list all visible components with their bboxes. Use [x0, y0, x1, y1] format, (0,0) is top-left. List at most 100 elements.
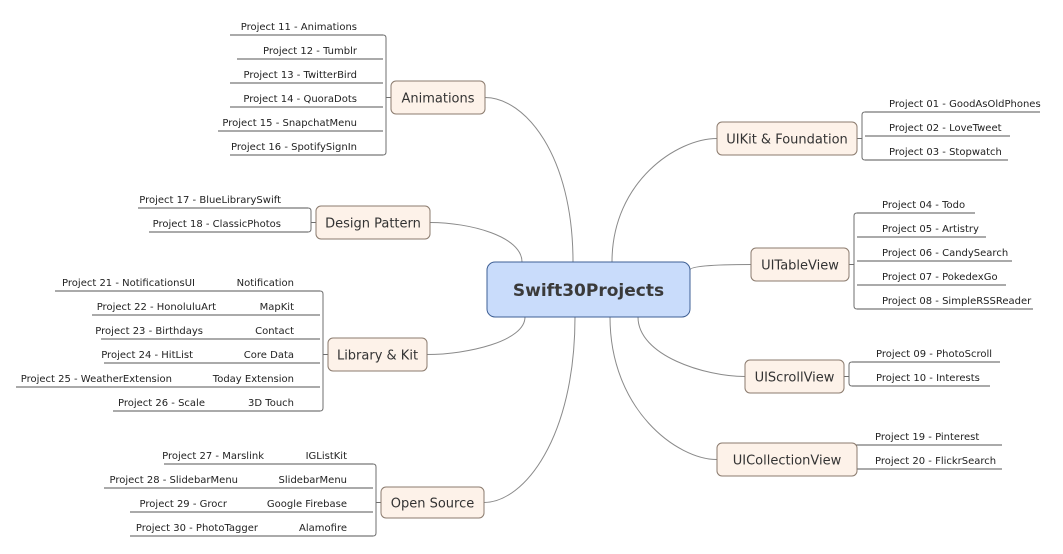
framework-tag-label[interactable]: Google Firebase: [267, 499, 347, 510]
project-item[interactable]: Project 12 - Tumblr: [237, 46, 383, 60]
project-item[interactable]: Project 05 - Artistry: [857, 224, 986, 238]
connector-line: [689, 264, 752, 271]
project-label[interactable]: Project 27 - Marslink: [162, 451, 264, 462]
connector-line: [609, 316, 718, 460]
mind-map-canvas: Project 11 - Animations Project 12 - Tumb…: [16, 22, 1041, 537]
branch-bracket: [319, 290, 324, 412]
project-item[interactable]: Project 17 - BlueLibrarySwift: [138, 195, 308, 209]
project-item[interactable]: Project 23 - Birthdays Contact: [95, 326, 320, 340]
branch-bracket: [861, 111, 866, 161]
project-item[interactable]: Project 24 - HitList Core Data: [101, 350, 320, 364]
project-item[interactable]: Project 06 - CandySearch: [857, 248, 1012, 262]
topic-label: Open Source: [391, 497, 475, 512]
topic-label: UIKit & Foundation: [726, 133, 848, 148]
topic-label: UITableView: [761, 259, 839, 274]
topic-node[interactable]: Animations: [390, 80, 486, 115]
project-item[interactable]: Project 16 - SpotifySignIn: [230, 142, 383, 156]
topic-label: UIScrollView: [755, 371, 835, 386]
framework-tag-label[interactable]: Contact: [255, 326, 294, 337]
project-label[interactable]: Project 18 - ClassicPhotos: [153, 219, 281, 230]
project-label[interactable]: Project 20 - FlickrSearch: [875, 456, 996, 467]
project-item[interactable]: Project 29 - Grocr Google Firebase: [130, 499, 373, 513]
project-item[interactable]: Project 13 - TwitterBird: [230, 70, 383, 84]
topic-node[interactable]: UITableView: [750, 247, 850, 282]
project-label[interactable]: Project 19 - Pinterest: [875, 432, 979, 443]
project-label[interactable]: Project 11 - Animations: [241, 22, 357, 33]
project-item[interactable]: Project 07 - PokedexGo: [857, 272, 1006, 286]
project-item[interactable]: Project 08 - SimpleRSSReader: [857, 296, 1033, 310]
branch-bracket: [307, 207, 312, 233]
connector-line: [637, 316, 746, 377]
topic-node[interactable]: UIScrollView: [744, 359, 845, 394]
project-item[interactable]: Project 03 - Stopwatch: [865, 147, 1008, 161]
project-item[interactable]: Project 30 - PhotoTagger Alamofire: [130, 523, 373, 537]
root-node[interactable]: Swift30Projects: [486, 261, 691, 318]
project-item[interactable]: Project 20 - FlickrSearch: [852, 456, 1002, 470]
project-label[interactable]: Project 16 - SpotifySignIn: [231, 142, 357, 153]
project-label[interactable]: Project 24 - HitList: [101, 350, 193, 361]
project-label[interactable]: Project 02 - LoveTweet: [889, 123, 1002, 134]
project-label[interactable]: Project 10 - Interests: [876, 373, 980, 384]
project-label[interactable]: Project 15 - SnapchatMenu: [222, 118, 357, 129]
project-item[interactable]: Project 01 - GoodAsOldPhones: [865, 99, 1041, 113]
connector-line: [426, 316, 526, 355]
project-label[interactable]: Project 26 - Scale: [118, 398, 205, 409]
topic-label: Animations: [401, 92, 474, 107]
project-label[interactable]: Project 07 - PokedexGo: [882, 272, 998, 283]
project-item[interactable]: Project 19 - Pinterest: [852, 432, 1002, 446]
project-label[interactable]: Project 17 - BlueLibrarySwift: [139, 195, 281, 206]
topic-node[interactable]: Open Source: [380, 486, 485, 519]
connector-line: [484, 97, 574, 263]
framework-tag-label[interactable]: Notification: [237, 278, 294, 289]
project-item[interactable]: Project 15 - SnapchatMenu: [218, 118, 383, 132]
project-label[interactable]: Project 06 - CandySearch: [882, 248, 1008, 259]
connector-line: [611, 138, 718, 263]
project-item[interactable]: Project 26 - Scale 3D Touch: [113, 398, 320, 412]
project-label[interactable]: Project 09 - PhotoScroll: [876, 349, 992, 360]
project-label[interactable]: Project 30 - PhotoTagger: [136, 523, 259, 534]
project-label[interactable]: Project 21 - NotificationsUI: [62, 278, 195, 289]
framework-tag-label[interactable]: Alamofire: [299, 523, 347, 534]
framework-tag-label[interactable]: 3D Touch: [248, 398, 294, 409]
project-item[interactable]: Project 10 - Interests: [852, 373, 990, 387]
framework-tag-label[interactable]: Core Data: [244, 350, 294, 361]
project-item[interactable]: Project 22 - HonoluluArt MapKit: [92, 302, 320, 316]
project-item[interactable]: Project 14 - QuoraDots: [230, 94, 383, 108]
topic-node[interactable]: Design Pattern: [315, 205, 431, 240]
topic-label: UICollectionView: [733, 454, 842, 469]
project-label[interactable]: Project 03 - Stopwatch: [889, 147, 1002, 158]
project-item[interactable]: Project 11 - Animations: [230, 22, 383, 36]
project-item[interactable]: Project 25 - WeatherExtension Today Exten…: [16, 374, 320, 388]
framework-tag-label[interactable]: Today Extension: [212, 374, 294, 385]
project-label[interactable]: Project 05 - Artistry: [882, 224, 979, 235]
topic-node[interactable]: UIKit & Foundation: [716, 121, 858, 156]
project-label[interactable]: Project 01 - GoodAsOldPhones: [889, 99, 1041, 110]
connector-line: [483, 316, 576, 503]
project-item[interactable]: Project 09 - PhotoScroll: [852, 349, 1000, 363]
project-label[interactable]: Project 14 - QuoraDots: [243, 94, 357, 105]
project-label[interactable]: Project 23 - Birthdays: [95, 326, 203, 337]
project-label[interactable]: Project 28 - SlidebarMenu: [109, 475, 238, 486]
project-label[interactable]: Project 08 - SimpleRSSReader: [882, 296, 1032, 307]
framework-tag-label[interactable]: MapKit: [260, 302, 294, 313]
project-label[interactable]: Project 04 - Todo: [882, 200, 965, 211]
connector-line: [429, 222, 523, 263]
branch-bracket: [848, 361, 853, 387]
framework-tag-label[interactable]: IGListKit: [306, 451, 348, 462]
project-label[interactable]: Project 13 - TwitterBird: [243, 70, 357, 81]
project-item[interactable]: Project 04 - Todo: [857, 200, 975, 214]
project-item[interactable]: Project 02 - LoveTweet: [865, 123, 1010, 137]
project-label[interactable]: Project 29 - Grocr: [140, 499, 228, 510]
project-item[interactable]: Project 28 - SlidebarMenu SlidebarMenu: [104, 475, 373, 489]
branch-bracket: [853, 212, 858, 310]
project-item[interactable]: Project 18 - ClassicPhotos: [149, 219, 308, 233]
framework-tag-label[interactable]: SlidebarMenu: [279, 475, 347, 486]
project-label[interactable]: Project 22 - HonoluluArt: [97, 302, 216, 313]
project-label[interactable]: Project 25 - WeatherExtension: [21, 374, 172, 385]
project-item[interactable]: Project 21 - NotificationsUI Notification: [55, 278, 320, 292]
topic-node[interactable]: UICollectionView: [716, 442, 858, 477]
project-label[interactable]: Project 12 - Tumblr: [263, 46, 358, 57]
project-item[interactable]: Project 27 - Marslink IGListKit: [162, 451, 373, 465]
topic-node[interactable]: Library & Kit: [327, 337, 428, 372]
topic-label: Design Pattern: [325, 217, 421, 232]
